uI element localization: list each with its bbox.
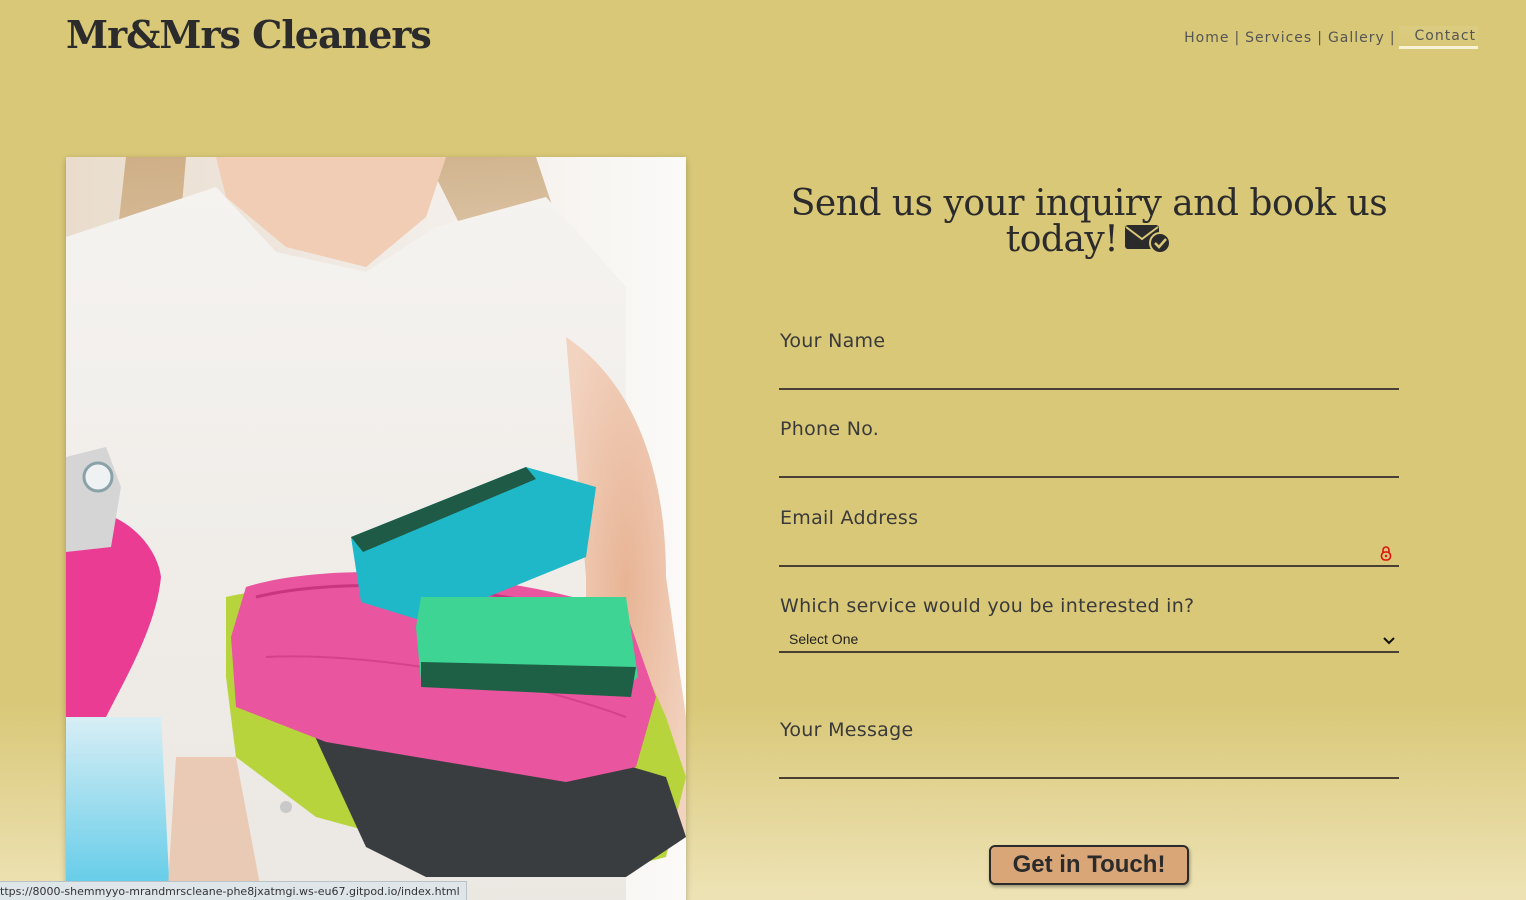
nav-home[interactable]: Home: [1180, 30, 1233, 46]
email-label: Email Address: [780, 507, 919, 529]
service-field: Which service would you be interested in…: [779, 595, 1399, 653]
nav-services[interactable]: Services: [1241, 30, 1316, 46]
cleaning-supplies-photo: [66, 157, 686, 900]
name-label: Your Name: [780, 330, 886, 352]
email-input-wrap: [779, 537, 1399, 567]
message-label: Your Message: [780, 719, 914, 741]
site-header: Mr&Mrs Cleaners Home | Services | Galler…: [0, 0, 1526, 80]
nav-separator: |: [1389, 29, 1396, 46]
service-select[interactable]: Select One: [779, 625, 1399, 653]
status-bar-url: ttps://8000-shemmyyo-mrandmrscleane-phe8…: [0, 881, 467, 900]
name-input[interactable]: [779, 360, 1399, 390]
inquiry-form: Send us your inquiry and book us today! …: [779, 180, 1399, 779]
phone-input[interactable]: [779, 448, 1399, 478]
name-field: Your Name: [779, 330, 1399, 390]
get-in-touch-button[interactable]: Get in Touch!: [989, 845, 1189, 885]
email-input[interactable]: [779, 537, 1399, 567]
phone-field: Phone No.: [779, 418, 1399, 478]
email-field: Email Address: [779, 507, 1399, 567]
chevron-down-icon: [1383, 633, 1395, 645]
nav-separator: |: [1234, 29, 1241, 46]
nav-contact[interactable]: Contact: [1398, 26, 1478, 49]
phone-label: Phone No.: [780, 418, 880, 440]
form-heading: Send us your inquiry and book us today!: [779, 186, 1399, 262]
nav-separator: |: [1317, 29, 1323, 46]
message-input[interactable]: [779, 749, 1399, 779]
mail-check-icon: [1124, 223, 1172, 262]
main-nav: Home | Services | Gallery | Contact: [1180, 26, 1478, 49]
brand-logo[interactable]: Mr&Mrs Cleaners: [66, 12, 432, 57]
service-label: Which service would you be interested in…: [780, 595, 1195, 617]
form-heading-text: Send us your inquiry and book us today!: [790, 183, 1388, 260]
message-field: Your Message: [779, 719, 1399, 779]
nav-gallery[interactable]: Gallery: [1324, 30, 1389, 46]
password-key-icon[interactable]: [1379, 546, 1393, 562]
service-select-value: Select One: [789, 631, 859, 647]
